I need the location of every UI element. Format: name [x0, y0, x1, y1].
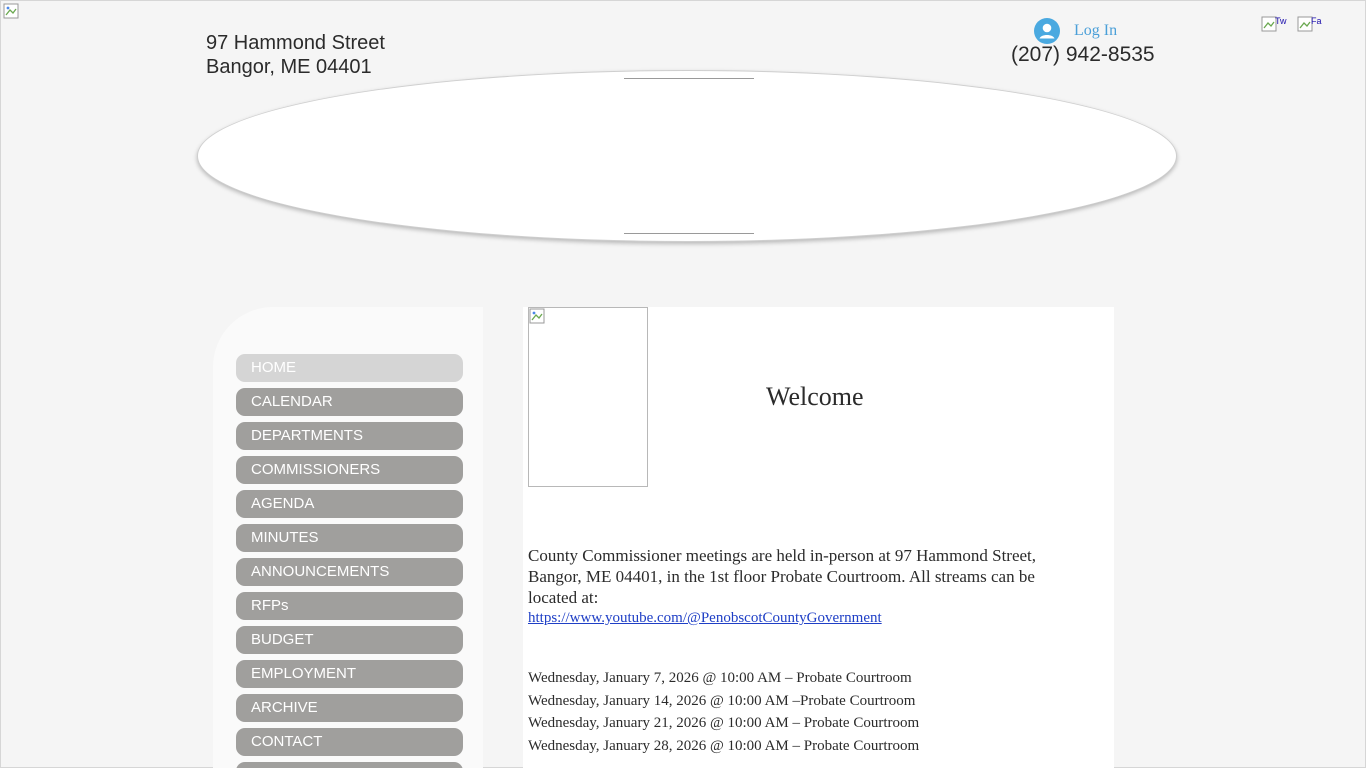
nav-item-rfps[interactable]: RFPs [236, 592, 463, 620]
sidebar: HOME CALENDAR DEPARTMENTS COMMISSIONERS … [213, 307, 483, 768]
broken-image-icon [3, 3, 19, 19]
login-button[interactable]: Log In [1034, 18, 1117, 44]
nav-item-budget[interactable]: BUDGET [236, 626, 463, 654]
login-label: Log In [1074, 22, 1118, 39]
user-avatar-icon [1034, 18, 1060, 44]
broken-image-glyph-icon [529, 308, 545, 324]
twitter-icon[interactable]: Tw [1261, 16, 1287, 32]
feature-image [528, 307, 648, 487]
nav-item-archive[interactable]: ARCHIVE [236, 694, 463, 722]
nav-item-more[interactable] [236, 762, 463, 768]
facebook-alt-text: Fa [1311, 16, 1322, 26]
facebook-icon[interactable]: Fa [1297, 16, 1323, 32]
address-line1: 97 Hammond Street [206, 32, 385, 54]
meeting-item: Wednesday, January 21, 2026 @ 10:00 AM –… [528, 715, 920, 732]
meeting-item: Wednesday, January 14, 2026 @ 10:00 AM –… [528, 692, 916, 709]
phone-number: (207) 942-8535 [1011, 43, 1155, 66]
nav-item-commissioners[interactable]: COMMISSIONERS [236, 456, 463, 484]
nav-item-announcements[interactable]: ANNOUNCEMENTS [236, 558, 463, 586]
broken-image-glyph-icon [3, 3, 19, 19]
meeting-list: Wednesday, January 7, 2026 @ 10:00 AM – … [528, 667, 919, 758]
main-content: Welcome County Commissioner meetings are… [523, 307, 1114, 768]
youtube-link[interactable]: https://www.youtube.com/@PenobscotCounty… [528, 608, 1088, 628]
nav-item-agenda[interactable]: AGENDA [236, 490, 463, 518]
address-line2: Bangor, ME 04401 [206, 56, 372, 78]
banner-divider [624, 78, 754, 79]
banner-divider [624, 233, 754, 234]
main-nav: HOME CALENDAR DEPARTMENTS COMMISSIONERS … [236, 354, 463, 768]
nav-item-contact[interactable]: CONTACT [236, 728, 463, 756]
nav-item-home[interactable]: HOME [236, 354, 463, 382]
meeting-item: Wednesday, January 7, 2026 @ 10:00 AM – … [528, 670, 912, 686]
nav-item-employment[interactable]: EMPLOYMENT [236, 660, 463, 688]
nav-item-minutes[interactable]: MINUTES [236, 524, 463, 552]
page-title: Welcome [766, 382, 864, 411]
meeting-item: Wednesday, January 28, 2026 @ 10:00 AM –… [528, 738, 920, 755]
address-block: 97 Hammond Street Bangor, ME 04401 [206, 31, 385, 79]
nav-item-departments[interactable]: DEPARTMENTS [236, 422, 463, 450]
intro-paragraph: County Commissioner meetings are held in… [528, 545, 1088, 628]
twitter-alt-text: Tw [1275, 16, 1287, 26]
nav-item-calendar[interactable]: CALENDAR [236, 388, 463, 416]
header-banner [197, 70, 1177, 242]
intro-text: County Commissioner meetings are held in… [528, 546, 1037, 607]
